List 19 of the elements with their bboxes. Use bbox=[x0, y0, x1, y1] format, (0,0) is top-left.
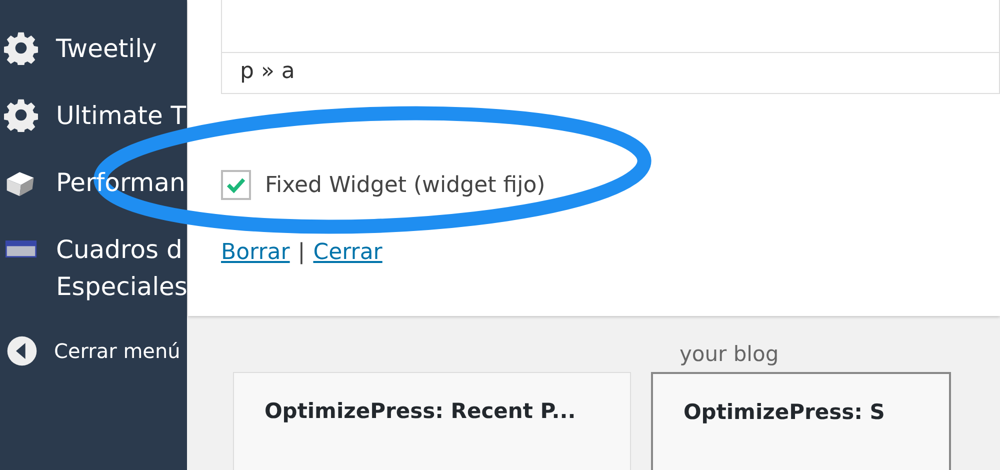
delete-link[interactable]: Borrar bbox=[221, 240, 290, 265]
checkbox-label: Fixed Widget (widget fijo) bbox=[265, 172, 546, 198]
menu-item-label[interactable]: Especiales bbox=[56, 268, 188, 305]
gear-icon[interactable] bbox=[4, 98, 38, 132]
gear-icon[interactable] bbox=[4, 31, 38, 65]
close-link[interactable]: Cerrar bbox=[313, 240, 382, 265]
menu-item-label[interactable]: Ultimate T bbox=[56, 97, 186, 134]
widget-title: OptimizePress: Recent P... bbox=[264, 399, 576, 423]
widget-description: your blog bbox=[679, 341, 780, 368]
widget-card[interactable]: OptimizePress: Recent P... bbox=[233, 372, 632, 470]
widget-card[interactable]: OptimizePress: S bbox=[651, 372, 952, 470]
element-path: p » a bbox=[240, 59, 295, 84]
widget-title: OptimizePress: S bbox=[683, 400, 885, 424]
collapse-menu-label[interactable]: Cerrar menú bbox=[54, 339, 180, 363]
menu-item-label[interactable]: Tweetily bbox=[56, 30, 157, 67]
menu-item-label[interactable]: Cuadros d bbox=[56, 231, 188, 268]
text-editor[interactable]: p » a bbox=[221, 0, 1000, 94]
link-separator: | bbox=[298, 240, 306, 265]
checkbox[interactable] bbox=[221, 170, 251, 200]
